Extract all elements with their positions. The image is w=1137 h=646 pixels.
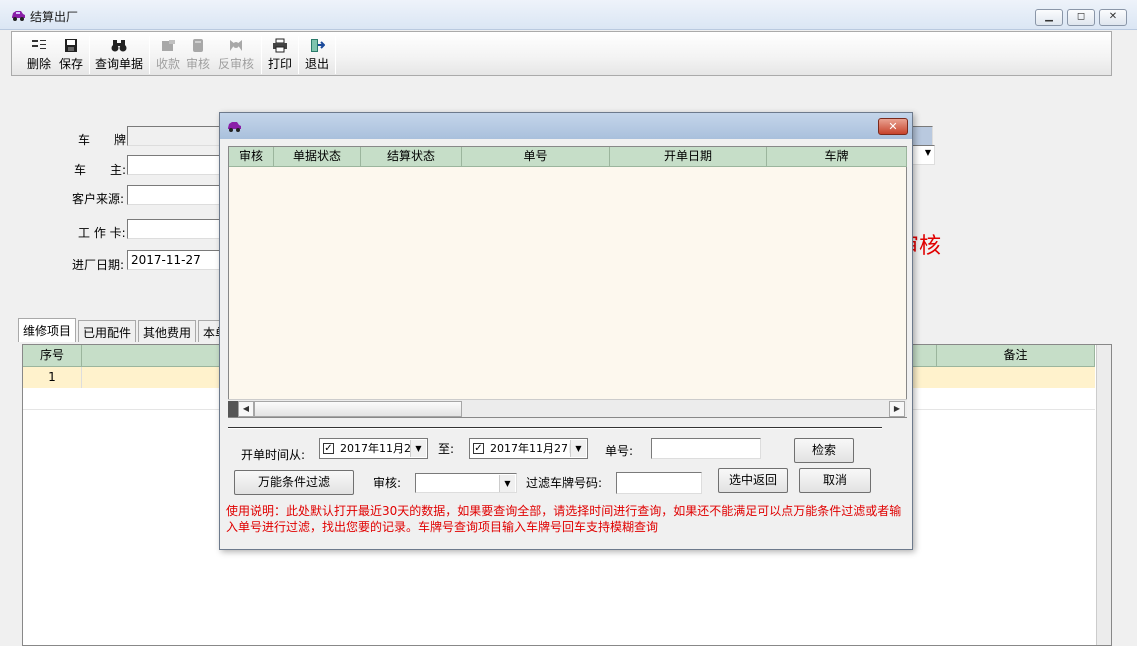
plate-label: 车 牌:: [78, 133, 131, 147]
grid-vscroll[interactable]: [1096, 345, 1111, 645]
chevron-down-icon: ▼: [570, 440, 586, 457]
payment-button[interactable]: 收款: [154, 38, 182, 74]
workcard-input[interactable]: [127, 219, 227, 239]
toolbar: 删除 保存 查询单据 收款 审核 反审核 打印 退出: [11, 31, 1112, 76]
col-header-doc-status[interactable]: 单据状态: [274, 147, 361, 167]
unaudit-icon: [230, 40, 242, 51]
audit-button[interactable]: 审核: [184, 38, 212, 74]
toolbar-separator: [89, 36, 90, 74]
owner-input[interactable]: [127, 155, 227, 175]
window-title: 结算出厂: [30, 10, 79, 24]
grid-header-index: 序号: [23, 345, 82, 367]
save-icon: [65, 39, 77, 52]
save-button[interactable]: 保存: [57, 38, 85, 74]
query-document-button[interactable]: 查询单据: [94, 38, 144, 74]
audit-filter-label: 审核:: [373, 476, 402, 490]
printer-icon: [273, 38, 287, 53]
plate-input[interactable]: [127, 126, 227, 146]
order-number-input[interactable]: [651, 438, 761, 459]
tab-repair-items[interactable]: 维修项目: [18, 318, 76, 342]
source-label: 客户来源:: [72, 192, 125, 206]
tab-other-fees[interactable]: 其他费用: [138, 320, 196, 342]
source-input[interactable]: [127, 185, 227, 205]
plate-filter-label: 过滤车牌号码:: [526, 476, 603, 490]
divider: [228, 427, 882, 429]
date-to-checkbox[interactable]: ✓: [473, 443, 484, 454]
col-header-plate[interactable]: 车牌: [767, 147, 907, 167]
date-from-picker[interactable]: ✓ 2017年11月27 ▼: [319, 438, 428, 459]
col-header-audit[interactable]: 审核: [229, 147, 274, 167]
window-titlebar: 结算出厂 ▁ ◻ ✕: [0, 0, 1137, 30]
car-app-icon: [12, 11, 25, 21]
document-grid[interactable]: 审核 单据状态 结算状态 单号 开单日期 车牌: [228, 146, 907, 418]
toolbar-separator: [261, 36, 262, 74]
scroll-left-button[interactable]: ◀: [238, 401, 254, 417]
print-button[interactable]: 打印: [266, 38, 294, 74]
entry-date-label: 进厂日期:: [72, 258, 125, 272]
table-row-index: 1: [23, 367, 82, 388]
toolbar-separator: [335, 36, 336, 74]
workcard-label: 工 作 卡:: [78, 226, 126, 240]
search-button[interactable]: 检索: [794, 438, 854, 463]
toolbar-separator: [298, 36, 299, 74]
audit-filter-select[interactable]: ▼: [415, 473, 517, 493]
chevron-down-icon: ▼: [410, 440, 426, 457]
toolbar-separator: [149, 36, 150, 74]
entry-date-value: 2017-11-27: [131, 253, 201, 267]
universal-filter-button[interactable]: 万能条件过滤: [234, 470, 354, 495]
cancel-button[interactable]: 取消: [799, 468, 871, 493]
date-from-label: 开单时间从:: [241, 448, 306, 462]
unaudit-button[interactable]: 反审核: [216, 38, 256, 74]
col-header-settle-status[interactable]: 结算状态: [361, 147, 462, 167]
select-return-button[interactable]: 选中返回: [718, 468, 788, 493]
chevron-down-icon: ▼: [924, 148, 931, 157]
scroll-right-button[interactable]: ▶: [889, 401, 905, 417]
binoculars-icon: [111, 40, 127, 52]
order-number-label: 单号:: [605, 444, 634, 458]
dialog-close-button[interactable]: ✕: [878, 118, 908, 135]
chevron-down-icon: ▼: [499, 475, 515, 492]
entry-date-input[interactable]: 2017-11-27: [127, 250, 227, 270]
grid-header-note: 备注: [937, 345, 1095, 367]
delete-icon: [32, 40, 46, 49]
audit-icon: [193, 39, 203, 52]
col-header-order-no[interactable]: 单号: [462, 147, 610, 167]
col-header-open-date[interactable]: 开单日期: [610, 147, 767, 167]
date-to-label: 至:: [438, 442, 455, 456]
restore-button[interactable]: ◻: [1067, 9, 1095, 26]
scroll-thumb[interactable]: [254, 401, 462, 417]
owner-label: 车 主:: [74, 163, 127, 177]
plate-filter-input[interactable]: [616, 472, 702, 494]
usage-note: 使用说明：此处默认打开最近30天的数据，如果要查询全部，请选择时间进行查询，如果…: [226, 504, 902, 534]
grid-hscroll[interactable]: ◀ ▶: [228, 399, 907, 417]
exit-button[interactable]: 退出: [303, 38, 331, 74]
exit-icon: [311, 39, 325, 52]
date-from-checkbox[interactable]: ✓: [323, 443, 334, 454]
query-dialog: ✕ 审核 单据状态 结算状态 单号 开单日期 车牌 ◀ ▶ 开单时间从: ✓ 2…: [219, 112, 913, 550]
car-app-icon: [228, 122, 241, 132]
delete-button[interactable]: 删除: [24, 38, 54, 74]
date-to-picker[interactable]: ✓ 2017年11月27日 ▼: [469, 438, 588, 459]
close-window-button[interactable]: ✕: [1099, 9, 1127, 26]
tab-used-parts[interactable]: 已用配件: [78, 320, 136, 342]
dialog-titlebar: ✕: [220, 113, 912, 139]
minimize-button[interactable]: ▁: [1035, 9, 1063, 26]
payment-icon: [162, 40, 175, 51]
